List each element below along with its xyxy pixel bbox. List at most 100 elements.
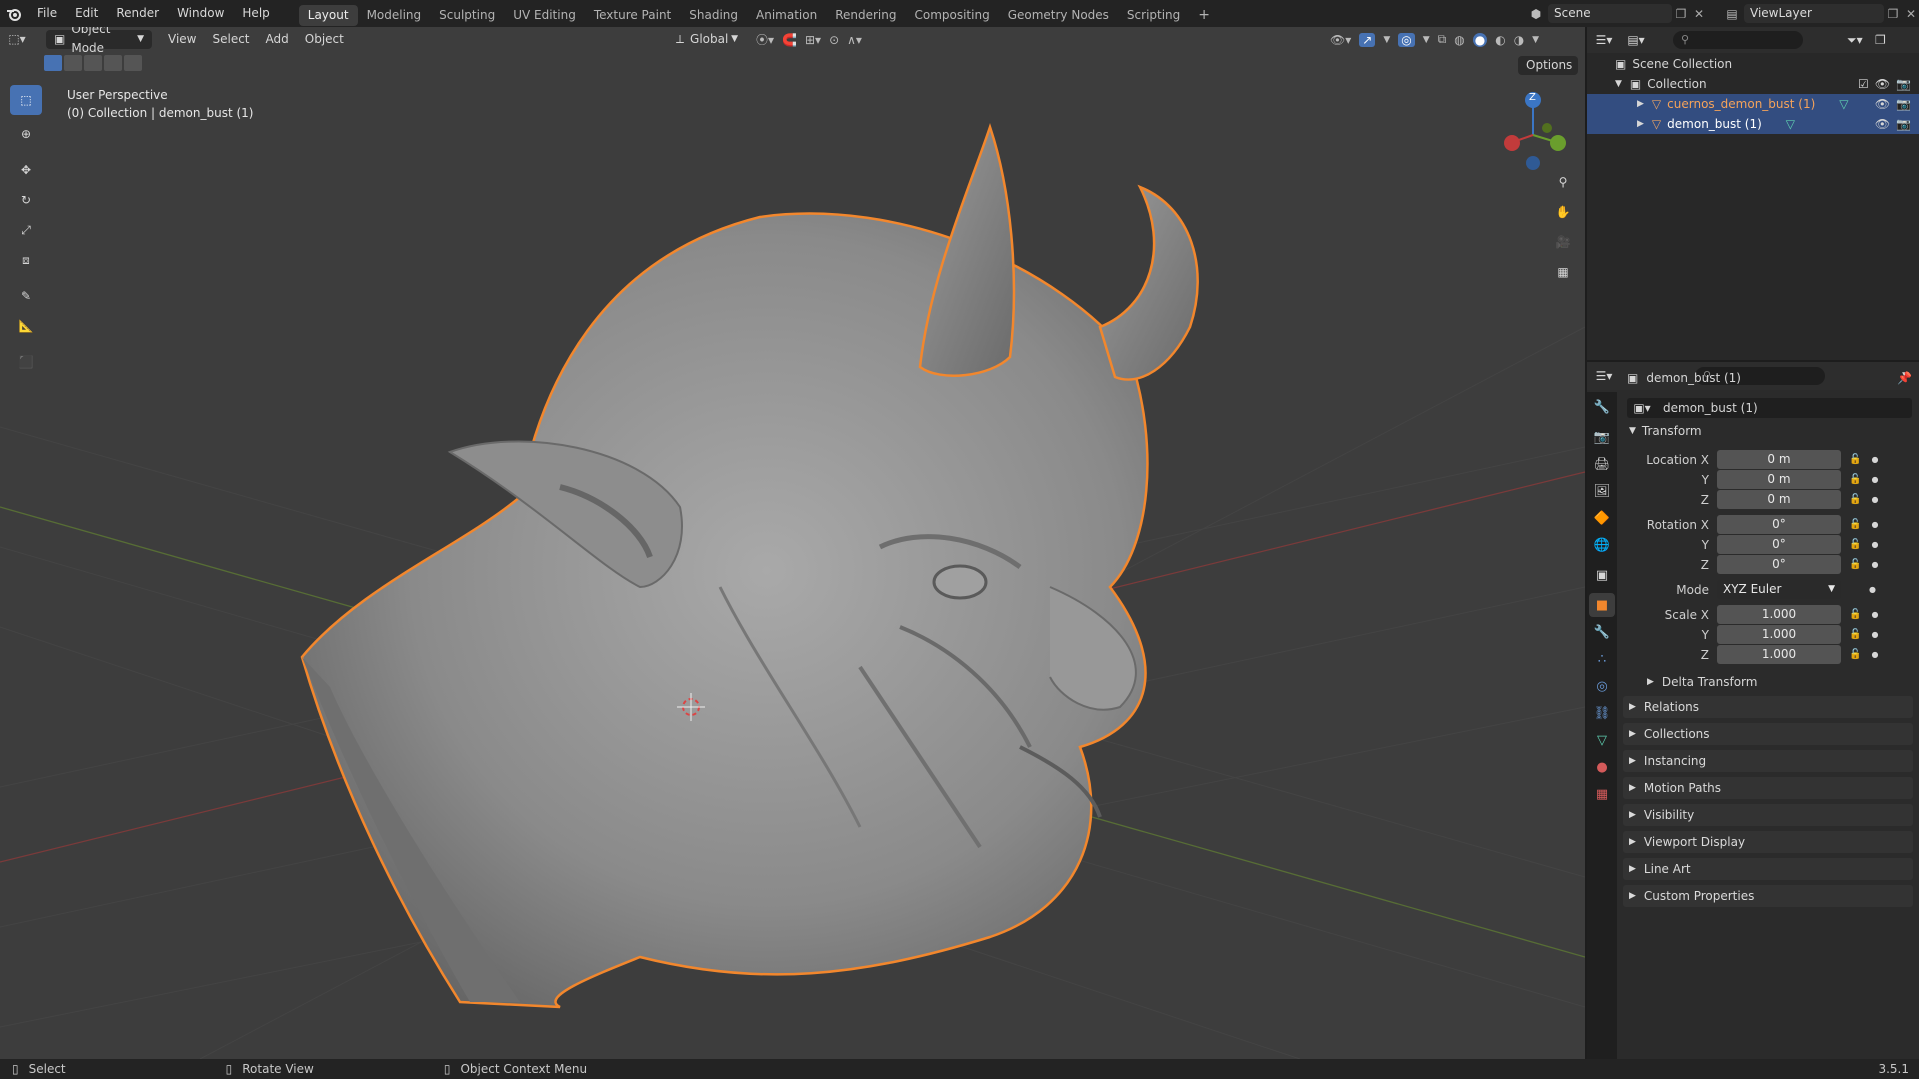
view-layer-icon[interactable]: ▤ <box>1720 7 1744 21</box>
lock-icon[interactable]: 🔓 <box>1849 474 1861 485</box>
scene-icon[interactable]: ⬢ <box>1524 7 1548 21</box>
location-z-field[interactable]: 0 m <box>1717 490 1841 509</box>
annotate-tool[interactable]: ✎ <box>10 281 42 311</box>
menu-view[interactable]: View <box>160 30 204 49</box>
menu-select[interactable]: Select <box>204 30 257 49</box>
keyframe-dot-icon[interactable]: ● <box>1871 495 1878 504</box>
delete-view-layer-icon[interactable]: ✕ <box>1902 7 1919 21</box>
select-intersect-icon[interactable] <box>124 55 142 71</box>
3d-viewport[interactable]: ⬚▾ ▣ Object Mode ▼ View Select Add Objec… <box>0 27 1585 1059</box>
camera-view-icon[interactable]: 🎥 <box>1550 229 1576 255</box>
location-x-field[interactable]: 0 m <box>1717 450 1841 469</box>
eye-icon[interactable]: 👁 <box>1875 114 1890 134</box>
cursor-tool[interactable]: ⊕ <box>10 119 42 149</box>
physics-properties-icon[interactable]: ◎ <box>1589 674 1615 698</box>
tab-scripting[interactable]: Scripting <box>1118 5 1189 26</box>
keyframe-dot-icon[interactable]: ● <box>1871 540 1878 549</box>
constraints-properties-icon[interactable]: ⛓ <box>1589 701 1615 725</box>
move-tool[interactable]: ✥ <box>10 155 42 185</box>
lock-icon[interactable]: 🔓 <box>1849 609 1861 620</box>
keyframe-dot-icon[interactable]: ● <box>1871 650 1878 659</box>
mode-selector[interactable]: ▣ Object Mode ▼ <box>46 27 152 55</box>
tab-animation[interactable]: Animation <box>747 5 826 26</box>
select-extend-icon[interactable] <box>64 55 82 71</box>
visibility-icon[interactable]: 👁▾ <box>1330 33 1351 47</box>
lock-icon[interactable]: 🔓 <box>1849 454 1861 465</box>
panel-instancing[interactable]: ▶ Instancing <box>1623 750 1913 772</box>
menu-object[interactable]: Object <box>297 30 352 49</box>
transform-tool[interactable]: ⧈ <box>10 245 42 275</box>
scene-selector[interactable]: Scene <box>1548 4 1672 23</box>
eye-icon[interactable]: 👁 <box>1875 94 1890 114</box>
snap-mode-icon[interactable]: ⊞▾ <box>805 33 821 47</box>
panel-viewport-display[interactable]: ▶ Viewport Display <box>1623 831 1913 853</box>
lock-icon[interactable]: 🔓 <box>1849 539 1861 550</box>
options-button[interactable]: Options <box>1518 56 1578 75</box>
output-properties-icon[interactable]: 🖨 <box>1589 452 1615 476</box>
keyframe-dot-icon[interactable]: ● <box>1871 455 1878 464</box>
panel-line-art[interactable]: ▶ Line Art <box>1623 858 1913 880</box>
solid-shading-icon[interactable]: ● <box>1472 32 1488 47</box>
lock-icon[interactable]: 🔓 <box>1849 559 1861 570</box>
blender-logo-icon[interactable] <box>0 0 28 27</box>
outliner-search-field[interactable]: ⚲ <box>1673 31 1803 49</box>
datablock-icon[interactable]: ▣▾ <box>1627 401 1657 415</box>
location-y-field[interactable]: 0 m <box>1717 470 1841 489</box>
world-properties-icon[interactable]: 🌐 <box>1589 533 1615 557</box>
rendered-shading-icon[interactable]: ◑ <box>1514 33 1524 47</box>
tab-geometry-nodes[interactable]: Geometry Nodes <box>999 5 1118 26</box>
panel-relations[interactable]: ▶ Relations <box>1623 696 1913 718</box>
lock-icon[interactable]: 🔓 <box>1849 494 1861 505</box>
outliner-collection-row[interactable]: ▼ ▣ Collection ☑ 👁 📷 <box>1587 74 1919 94</box>
xray-icon[interactable]: ⧉ <box>1438 32 1447 47</box>
outliner-editor-type-icon[interactable]: ☰▾ <box>1587 33 1621 47</box>
lock-icon[interactable]: 🔓 <box>1849 649 1861 660</box>
mesh-data-icon[interactable]: ▽ <box>1786 114 1795 134</box>
pan-hand-icon[interactable]: ✋ <box>1550 199 1576 225</box>
filter-icon[interactable]: ⏷▾ <box>1847 33 1875 48</box>
scale-z-field[interactable]: 1.000 <box>1717 645 1841 664</box>
render-properties-icon[interactable]: 📷 <box>1589 425 1615 449</box>
viewport-scene[interactable] <box>0 27 1585 1059</box>
measure-tool[interactable]: 📐 <box>10 311 42 341</box>
keyframe-dot-icon[interactable]: ● <box>1871 475 1878 484</box>
panel-motion-paths[interactable]: ▶ Motion Paths <box>1623 777 1913 799</box>
view-layer-selector[interactable]: ViewLayer <box>1744 4 1884 23</box>
tab-shading[interactable]: Shading <box>680 5 747 26</box>
keyframe-dot-icon[interactable]: ● <box>1871 520 1878 529</box>
collection-properties-icon[interactable]: ▣ <box>1589 563 1615 587</box>
menu-render[interactable]: Render <box>107 0 168 27</box>
menu-edit[interactable]: Edit <box>66 0 107 27</box>
scale-x-field[interactable]: 1.000 <box>1717 605 1841 624</box>
transform-orientation[interactable]: ⟂ Global ▼ <box>668 30 746 49</box>
outliner-scene-collection[interactable]: ▣ Scene Collection <box>1587 54 1919 74</box>
menu-help[interactable]: Help <box>233 0 278 27</box>
new-scene-icon[interactable]: ❐ <box>1672 7 1690 21</box>
overlay-toggle-icon[interactable]: ◎ <box>1398 32 1415 47</box>
mesh-data-icon[interactable]: ▽ <box>1839 94 1848 114</box>
shading-dropdown-icon[interactable]: ▼ <box>1532 35 1539 45</box>
display-mode-icon[interactable]: ▤▾ <box>1621 33 1651 47</box>
new-collection-icon[interactable]: ❐ <box>1875 33 1899 47</box>
menu-add[interactable]: Add <box>258 30 297 49</box>
tab-uv-editing[interactable]: UV Editing <box>504 5 585 26</box>
particles-properties-icon[interactable]: ∴ <box>1589 647 1615 671</box>
tab-rendering[interactable]: Rendering <box>826 5 905 26</box>
falloff-icon[interactable]: ∧▾ <box>847 33 862 47</box>
view-layer-properties-icon[interactable]: 🖼 <box>1589 479 1615 503</box>
add-workspace-icon[interactable]: + <box>1189 5 1219 26</box>
eye-icon[interactable]: 👁 <box>1875 74 1890 94</box>
render-camera-icon[interactable]: 📷 <box>1896 74 1911 94</box>
overlay-dropdown-icon[interactable]: ▼ <box>1423 35 1430 45</box>
exclude-checkbox[interactable]: ☑ <box>1858 74 1869 94</box>
editor-type-icon[interactable]: ⬚▾ <box>0 32 34 46</box>
tab-compositing[interactable]: Compositing <box>905 5 998 26</box>
zoom-icon[interactable]: ⚲ <box>1550 169 1576 195</box>
ortho-grid-icon[interactable]: ▦ <box>1550 259 1576 285</box>
menu-file[interactable]: File <box>28 0 66 27</box>
gizmo-dropdown-icon[interactable]: ▼ <box>1383 35 1390 45</box>
rotation-y-field[interactable]: 0° <box>1717 535 1841 554</box>
expand-arrow-icon[interactable]: ▶ <box>1637 114 1644 134</box>
tab-layout[interactable]: Layout <box>298 4 358 26</box>
select-invert-icon[interactable] <box>104 55 122 71</box>
